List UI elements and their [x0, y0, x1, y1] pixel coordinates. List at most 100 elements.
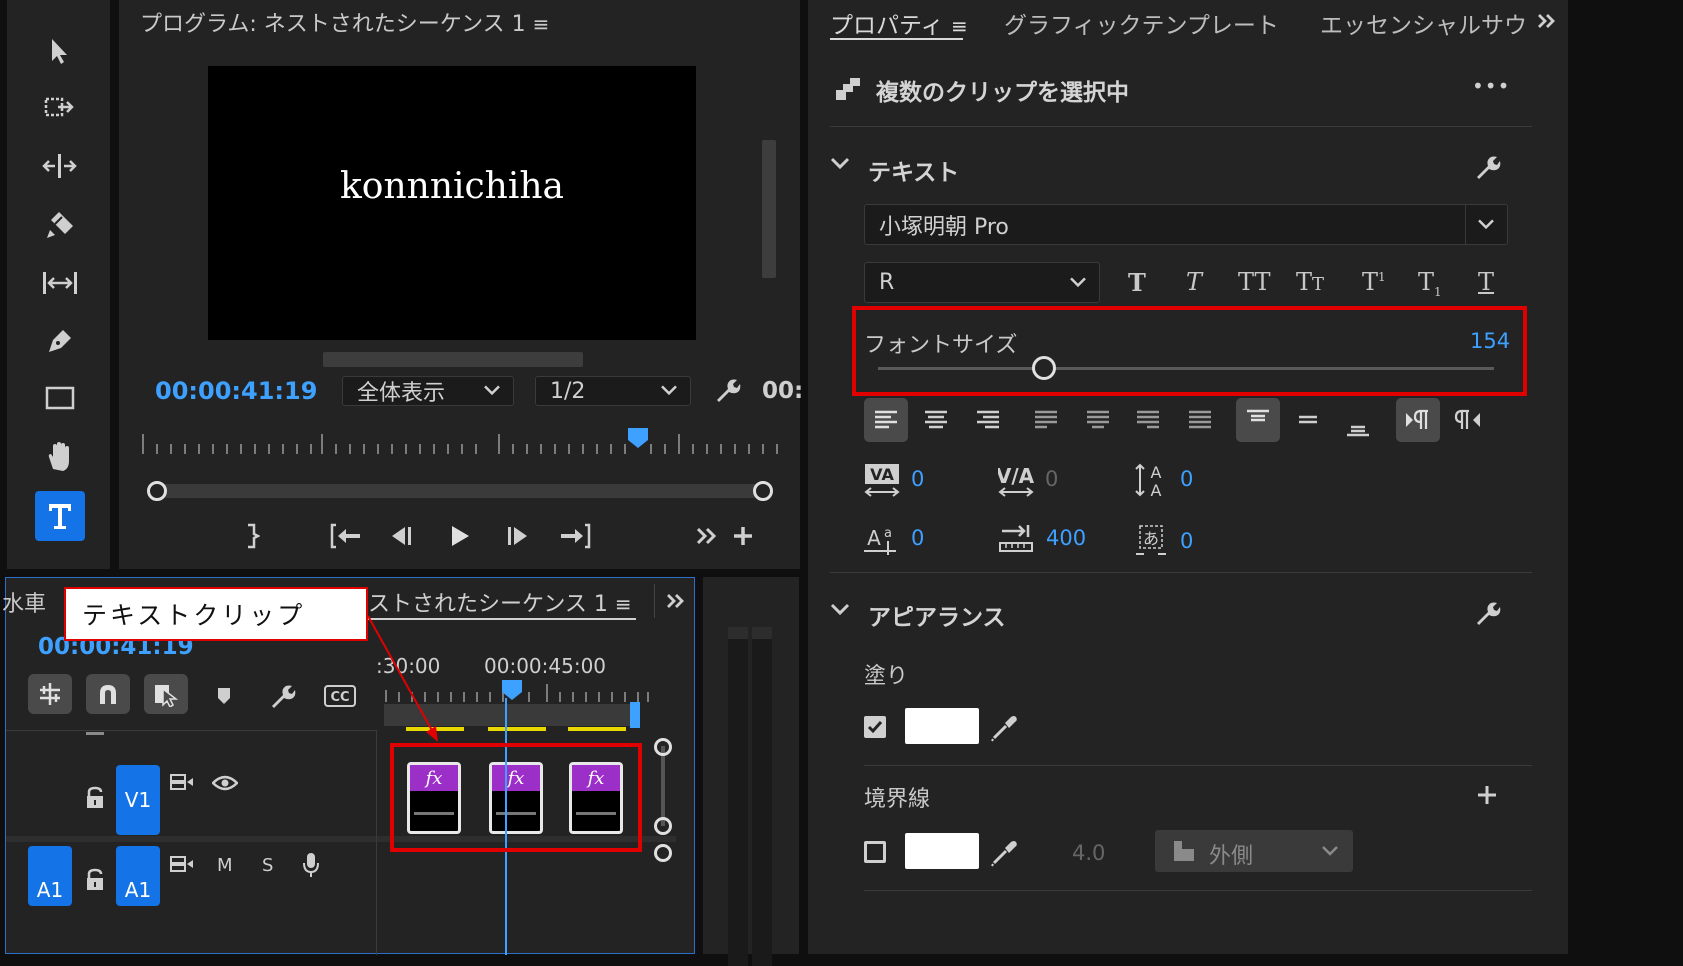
- small-caps-icon[interactable]: TT: [1296, 268, 1324, 296]
- align-middle-icon[interactable]: [1286, 398, 1330, 442]
- tab-width-value[interactable]: 400: [1046, 526, 1086, 550]
- zoom-handle-left[interactable]: [147, 481, 167, 501]
- fill-checkbox[interactable]: [864, 716, 886, 738]
- work-area-end-marker[interactable]: [630, 702, 640, 728]
- resolution-select[interactable]: 1/2: [535, 376, 691, 406]
- v1-track-target[interactable]: V1: [116, 765, 160, 835]
- monitor-settings-wrench-icon[interactable]: [711, 374, 743, 406]
- all-caps-icon[interactable]: TT: [1238, 268, 1270, 296]
- stroke-color-swatch[interactable]: [905, 833, 979, 869]
- align-center-icon[interactable]: [914, 398, 958, 442]
- tracking-value[interactable]: 0: [1045, 467, 1058, 491]
- selection-tool-icon[interactable]: [35, 26, 85, 76]
- add-stroke-button-icon[interactable]: [1472, 780, 1502, 810]
- play-icon[interactable]: [443, 520, 477, 552]
- zoom-handle-right[interactable]: [753, 481, 773, 501]
- go-to-out-icon[interactable]: [555, 520, 595, 552]
- tab-essential-sound[interactable]: エッセンシャルサウ:: [1320, 6, 1528, 40]
- scroll-handle-bottom[interactable]: [654, 817, 672, 835]
- v1-lock-icon[interactable]: [84, 786, 106, 810]
- panel-menu-icon[interactable]: ≡: [615, 592, 632, 616]
- scroll-handle-audio[interactable]: [654, 844, 672, 862]
- playhead-timecode[interactable]: 00:00:41:19: [155, 377, 317, 405]
- captions-icon[interactable]: CC: [322, 680, 358, 712]
- align-left-icon[interactable]: [864, 398, 908, 442]
- ltr-direction-icon[interactable]: [1396, 398, 1440, 442]
- justify-all-icon[interactable]: [1178, 398, 1222, 442]
- tab-properties[interactable]: プロパティ ≡: [830, 6, 968, 40]
- v1-eye-icon[interactable]: [212, 775, 238, 791]
- track-select-tool-icon[interactable]: [35, 83, 85, 133]
- a1-voiceover-mic-icon[interactable]: [302, 852, 320, 878]
- more-options-icon[interactable]: •••: [1472, 74, 1510, 98]
- appearance-section-wrench-icon[interactable]: [1470, 596, 1504, 630]
- stroke-position-select[interactable]: 外側: [1155, 830, 1353, 872]
- panel-menu-icon[interactable]: ≡: [951, 14, 968, 38]
- fill-eyedropper-icon[interactable]: [990, 714, 1018, 742]
- superscript-icon[interactable]: T1: [1362, 268, 1386, 296]
- justify-last-center-icon[interactable]: [1076, 398, 1120, 442]
- rectangle-tool-icon[interactable]: [35, 374, 85, 424]
- timeline-vertical-scrollbar[interactable]: [661, 746, 665, 826]
- a1-solo-button[interactable]: S: [262, 855, 273, 876]
- step-back-icon[interactable]: [385, 520, 419, 552]
- tab-graphic-templates[interactable]: グラフィックテンプレート: [1004, 6, 1279, 40]
- tsume-value[interactable]: 0: [1180, 529, 1193, 553]
- a1-sync-lock-icon[interactable]: [169, 854, 195, 874]
- stroke-width-value[interactable]: 4.0: [1072, 841, 1105, 865]
- underline-icon[interactable]: T: [1478, 268, 1494, 296]
- program-monitor-title[interactable]: プログラム: ネストされたシーケンス 1 ≡: [140, 6, 549, 38]
- ripple-edit-tool-icon[interactable]: [35, 141, 85, 191]
- faux-bold-icon[interactable]: T: [1128, 268, 1146, 297]
- align-right-icon[interactable]: [966, 398, 1010, 442]
- faux-italic-icon[interactable]: T: [1186, 268, 1202, 296]
- nest-toggle-icon[interactable]: [28, 674, 72, 714]
- mark-out-icon[interactable]: [237, 520, 269, 552]
- a1-source-patch[interactable]: A1: [28, 846, 72, 906]
- rtl-direction-icon[interactable]: [1446, 398, 1490, 442]
- justify-last-right-icon[interactable]: [1126, 398, 1170, 442]
- appearance-section-title[interactable]: アピアランス: [868, 598, 1006, 632]
- timeline-settings-wrench-icon[interactable]: [266, 680, 298, 712]
- appearance-section-chevron-icon[interactable]: [830, 603, 850, 617]
- left-panel-tab[interactable]: 水車: [2, 586, 46, 618]
- stroke-checkbox[interactable]: [864, 841, 886, 863]
- type-tool-icon[interactable]: [35, 491, 85, 541]
- pen-tool-icon[interactable]: [35, 316, 85, 366]
- panel-menu-icon[interactable]: ≡: [533, 12, 550, 36]
- zoom-scrollbar[interactable]: [147, 481, 773, 501]
- align-top-icon[interactable]: [1236, 398, 1280, 442]
- monitor-horizontal-scrollbar[interactable]: [323, 352, 583, 367]
- kerning-value[interactable]: 0: [911, 467, 924, 491]
- subscript-icon[interactable]: T1: [1418, 268, 1442, 299]
- monitor-vertical-scrollbar[interactable]: [762, 140, 776, 278]
- fit-select[interactable]: 全体表示: [342, 376, 514, 406]
- panels-overflow-icon[interactable]: [1532, 6, 1562, 36]
- leading-value[interactable]: 0: [1180, 467, 1193, 491]
- font-family-select[interactable]: 小塚明朝 Pro: [864, 204, 1508, 245]
- monitor-time-ruler[interactable]: [141, 428, 781, 458]
- hand-tool-icon[interactable]: [35, 432, 85, 482]
- baseline-shift-value[interactable]: 0: [911, 526, 924, 550]
- panels-overflow-icon[interactable]: [662, 586, 690, 616]
- track-collapse-handle[interactable]: [86, 732, 104, 735]
- a1-mute-button[interactable]: M: [217, 855, 233, 876]
- text-section-wrench-icon[interactable]: [1470, 150, 1504, 184]
- slip-tool-icon[interactable]: [35, 258, 85, 308]
- font-style-select[interactable]: R: [864, 262, 1100, 303]
- text-section-title[interactable]: テキスト: [868, 153, 959, 187]
- a1-lock-icon[interactable]: [84, 868, 106, 892]
- snap-magnet-icon[interactable]: [86, 674, 130, 714]
- step-forward-icon[interactable]: [500, 520, 534, 552]
- align-bottom-icon[interactable]: [1336, 404, 1380, 448]
- v1-sync-lock-icon[interactable]: [169, 772, 195, 792]
- scroll-handle-top[interactable]: [654, 738, 672, 756]
- linked-selection-icon[interactable]: [144, 674, 188, 714]
- add-marker-icon[interactable]: [210, 682, 238, 710]
- razor-tool-icon[interactable]: [35, 200, 85, 250]
- a1-track-target[interactable]: A1: [116, 846, 160, 906]
- fill-color-swatch[interactable]: [905, 708, 979, 744]
- stroke-eyedropper-icon[interactable]: [990, 839, 1018, 867]
- add-button-icon[interactable]: [727, 520, 759, 552]
- go-to-in-icon[interactable]: [326, 520, 366, 552]
